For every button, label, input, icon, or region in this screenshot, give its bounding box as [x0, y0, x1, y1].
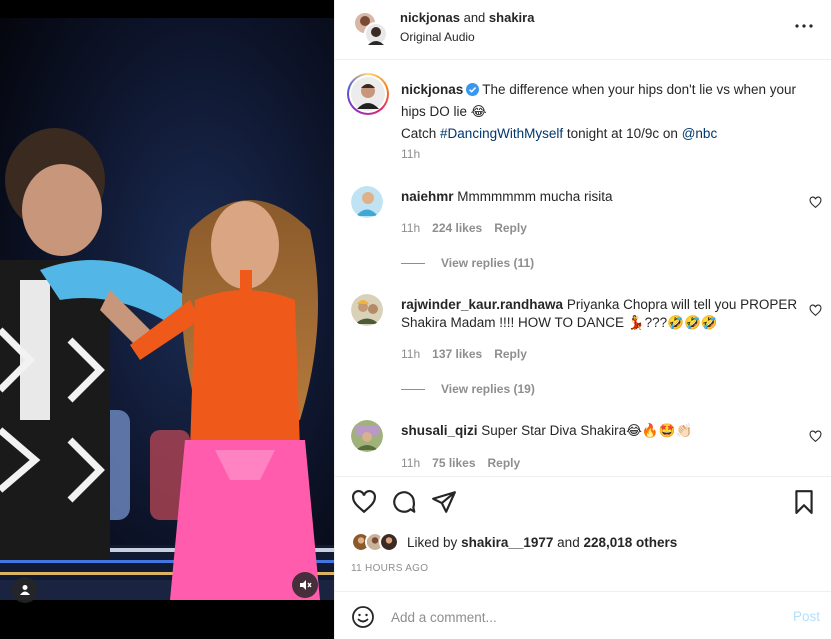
- heart-icon[interactable]: [351, 489, 377, 515]
- mute-button[interactable]: [292, 572, 318, 598]
- video-frame: [0, 18, 334, 600]
- more-options-icon[interactable]: [792, 14, 816, 38]
- comment-likes[interactable]: 224 likes: [432, 221, 482, 235]
- emoji-icon[interactable]: [351, 605, 375, 629]
- comment-username[interactable]: shusali_qizi: [401, 423, 478, 438]
- verified-icon: [466, 83, 480, 96]
- post-details-panel: nickjonas and shakira Original Audio nic…: [334, 0, 831, 639]
- comment-meta: 11h 224 likes Reply: [401, 221, 527, 235]
- likes-and: and: [557, 534, 580, 550]
- post-timestamp[interactable]: 11 HOURS AGO: [351, 563, 428, 574]
- audio-label[interactable]: Original Audio: [400, 30, 475, 44]
- likes-prefix: Liked by: [407, 534, 458, 550]
- caption-line2-mid: tonight at 10/9c on: [566, 126, 678, 141]
- author-joiner: and: [463, 10, 486, 25]
- reply-button[interactable]: Reply: [494, 347, 527, 361]
- comment-meta: 11h 75 likes Reply: [401, 456, 520, 470]
- liker-username[interactable]: shakira__1977: [461, 535, 553, 550]
- comment-body: Super Star Diva Shakira😂🔥🤩👏🏻: [481, 423, 693, 438]
- caption-line2-prefix: Catch: [401, 126, 437, 141]
- liker-avatar[interactable]: [379, 532, 399, 552]
- comment-avatar[interactable]: [351, 294, 383, 326]
- comment-input[interactable]: [391, 604, 771, 630]
- caption-text: nickjonas The difference when your hips d…: [401, 79, 811, 145]
- view-replies-button[interactable]: View replies (19): [401, 382, 535, 396]
- comment-text: shusali_qizi Super Star Diva Shakira😂🔥🤩👏…: [401, 422, 801, 440]
- avatar: [351, 77, 385, 111]
- share-icon[interactable]: [431, 489, 457, 515]
- replies-divider: [401, 262, 425, 264]
- comment-likes[interactable]: 75 likes: [432, 456, 475, 470]
- instagram-post: nickjonas and shakira Original Audio nic…: [0, 0, 831, 639]
- comment-username[interactable]: rajwinder_kaur.randhawa: [401, 297, 563, 312]
- comment-icon[interactable]: [391, 489, 417, 515]
- collab-avatars[interactable]: [351, 9, 391, 49]
- action-bar: [335, 476, 831, 528]
- post-comment-button[interactable]: Post: [793, 609, 820, 624]
- bookmark-icon[interactable]: [791, 489, 817, 515]
- comment-avatar[interactable]: [351, 420, 383, 452]
- comment-body: Mmmmmmm mucha risita: [457, 189, 613, 204]
- comment-username[interactable]: naiehmr: [401, 189, 454, 204]
- video-player[interactable]: [0, 0, 334, 639]
- author-link-shakira[interactable]: shakira: [489, 10, 535, 25]
- comment-time[interactable]: 11h: [401, 221, 420, 235]
- mute-icon: [300, 580, 312, 590]
- post-authors: nickjonas and shakira: [400, 10, 534, 25]
- replies-divider: [401, 388, 425, 390]
- likes-summary: Liked by shakira__1977 and 228,018 other…: [351, 531, 677, 553]
- comments-list[interactable]: nickjonas The difference when your hips d…: [335, 61, 831, 475]
- comment-composer: Post: [335, 591, 831, 639]
- comment-time[interactable]: 11h: [401, 347, 420, 361]
- user-tag-icon: [20, 585, 30, 595]
- comment-meta: 11h 137 likes Reply: [401, 347, 527, 361]
- reply-button[interactable]: Reply: [494, 221, 527, 235]
- comment-avatar[interactable]: [351, 186, 383, 218]
- post-header: nickjonas and shakira Original Audio: [335, 0, 831, 60]
- comment-like-heart-icon[interactable]: [809, 430, 822, 443]
- author-link-nickjonas[interactable]: nickjonas: [400, 10, 460, 25]
- comment-time[interactable]: 11h: [401, 456, 420, 470]
- caption-username[interactable]: nickjonas: [401, 82, 463, 97]
- comment-likes[interactable]: 137 likes: [432, 347, 482, 361]
- comment-like-heart-icon[interactable]: [809, 304, 822, 317]
- reply-button[interactable]: Reply: [488, 456, 521, 470]
- view-replies-button[interactable]: View replies (11): [401, 256, 534, 270]
- comment-like-heart-icon[interactable]: [809, 196, 822, 209]
- comment-text: rajwinder_kaur.randhawa Priyanka Chopra …: [401, 296, 801, 332]
- caption-avatar[interactable]: [347, 73, 389, 115]
- others-link[interactable]: 228,018 others: [583, 535, 677, 550]
- view-replies-label: View replies (11): [441, 256, 535, 270]
- view-replies-label: View replies (19): [441, 382, 535, 396]
- comment-text: naiehmr Mmmmmmm mucha risita: [401, 188, 801, 206]
- user-tag-button[interactable]: [12, 577, 38, 603]
- mention-link[interactable]: @nbc: [682, 126, 717, 141]
- caption-time[interactable]: 11h: [401, 147, 420, 161]
- hashtag-link[interactable]: #DancingWithMyself: [440, 126, 563, 141]
- likes-text: Liked by shakira__1977 and 228,018 other…: [407, 535, 677, 550]
